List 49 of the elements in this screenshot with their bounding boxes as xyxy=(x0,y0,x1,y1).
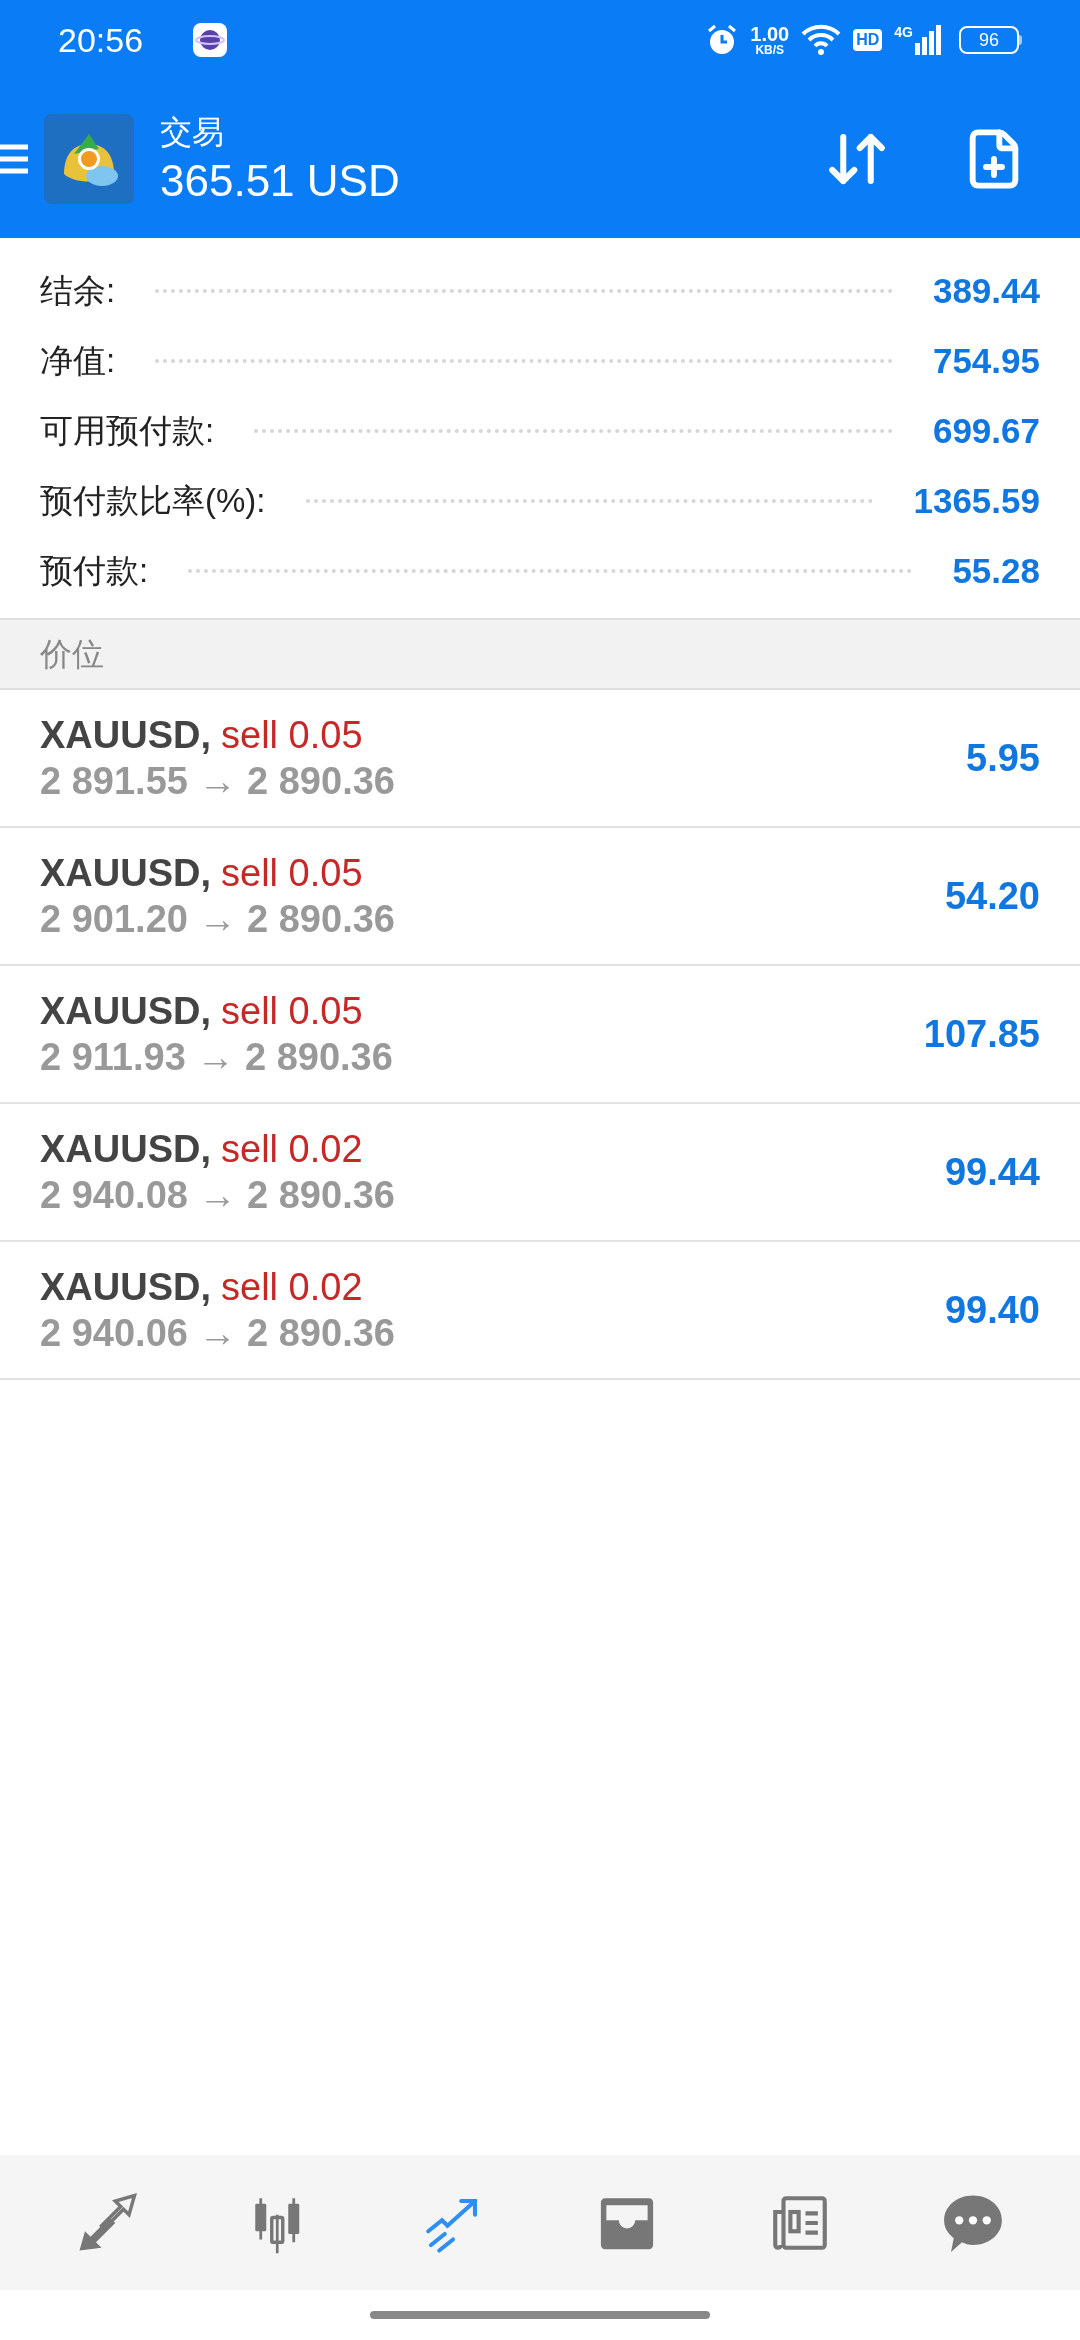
summary-value: 699.67 xyxy=(932,409,1040,452)
position-row[interactable]: XAUUSD, sell 0.05 2 901.20 → 2 890.36 54.20 xyxy=(0,828,1080,966)
account-balance: 365.51 USD xyxy=(160,155,400,207)
symbol: XAUUSD, xyxy=(40,1127,212,1172)
price-range: 2 911.93 → 2 890.36 xyxy=(40,1035,393,1080)
price-range: 2 940.06 → 2 890.36 xyxy=(40,1311,395,1356)
app-logo-icon xyxy=(44,114,134,204)
price-range: 2 901.20 → 2 890.36 xyxy=(40,897,395,942)
symbol: XAUUSD, xyxy=(40,851,212,896)
section-title: 价位 xyxy=(40,635,104,674)
symbol: XAUUSD, xyxy=(40,713,212,758)
position-row[interactable]: XAUUSD, sell 0.05 2 911.93 → 2 890.36 107.85 xyxy=(0,966,1080,1104)
profit-value: 54.20 xyxy=(944,873,1040,919)
wifi-icon xyxy=(801,24,842,56)
profit-value: 107.85 xyxy=(923,1011,1040,1057)
app-notification-icon xyxy=(193,23,228,57)
symbol: XAUUSD, xyxy=(40,989,212,1034)
summary-value: 754.95 xyxy=(932,339,1040,382)
signal-icon xyxy=(915,25,941,55)
position-row[interactable]: XAUUSD, sell 0.02 2 940.08 → 2 890.36 99.44 xyxy=(0,1104,1080,1242)
network-type: 4G xyxy=(894,25,913,39)
order-type: sell 0.05 xyxy=(221,851,363,896)
summary-value: 389.44 xyxy=(932,269,1040,312)
clock: 20:56 xyxy=(58,19,144,61)
profit-value: 99.40 xyxy=(944,1287,1040,1333)
summary-label: 结余: xyxy=(40,271,116,312)
summary-value: 55.28 xyxy=(952,549,1040,592)
network-speed: 1.00 xyxy=(750,24,790,44)
summary-value: 1365.59 xyxy=(913,479,1040,522)
symbol: XAUUSD, xyxy=(40,1265,212,1310)
profit-value: 99.44 xyxy=(944,1149,1040,1195)
price-range: 2 940.08 → 2 890.36 xyxy=(40,1173,395,1218)
position-row[interactable]: XAUUSD, sell 0.05 2 891.55 → 2 890.36 5.95 xyxy=(0,690,1080,828)
screen-title: 交易 xyxy=(160,113,225,152)
summary-label: 净值: xyxy=(40,341,116,382)
summary-label: 预付款比率(%): xyxy=(40,481,266,522)
order-type: sell 0.02 xyxy=(221,1265,363,1310)
speed-unit: KB/S xyxy=(755,44,785,56)
order-type: sell 0.02 xyxy=(221,1127,363,1172)
profit-value: 5.95 xyxy=(966,735,1040,781)
summary-label: 预付款: xyxy=(40,551,149,592)
order-type: sell 0.05 xyxy=(221,989,363,1034)
alarm-icon xyxy=(706,24,739,56)
price-range: 2 891.55 → 2 890.36 xyxy=(40,759,395,804)
summary-label: 可用预付款: xyxy=(40,411,215,452)
order-type: sell 0.05 xyxy=(221,713,363,758)
position-row[interactable]: XAUUSD, sell 0.02 2 940.06 → 2 890.36 99.40 xyxy=(0,1242,1080,1380)
battery-indicator: 96 xyxy=(959,26,1022,54)
hd-badge: HD xyxy=(853,29,883,51)
